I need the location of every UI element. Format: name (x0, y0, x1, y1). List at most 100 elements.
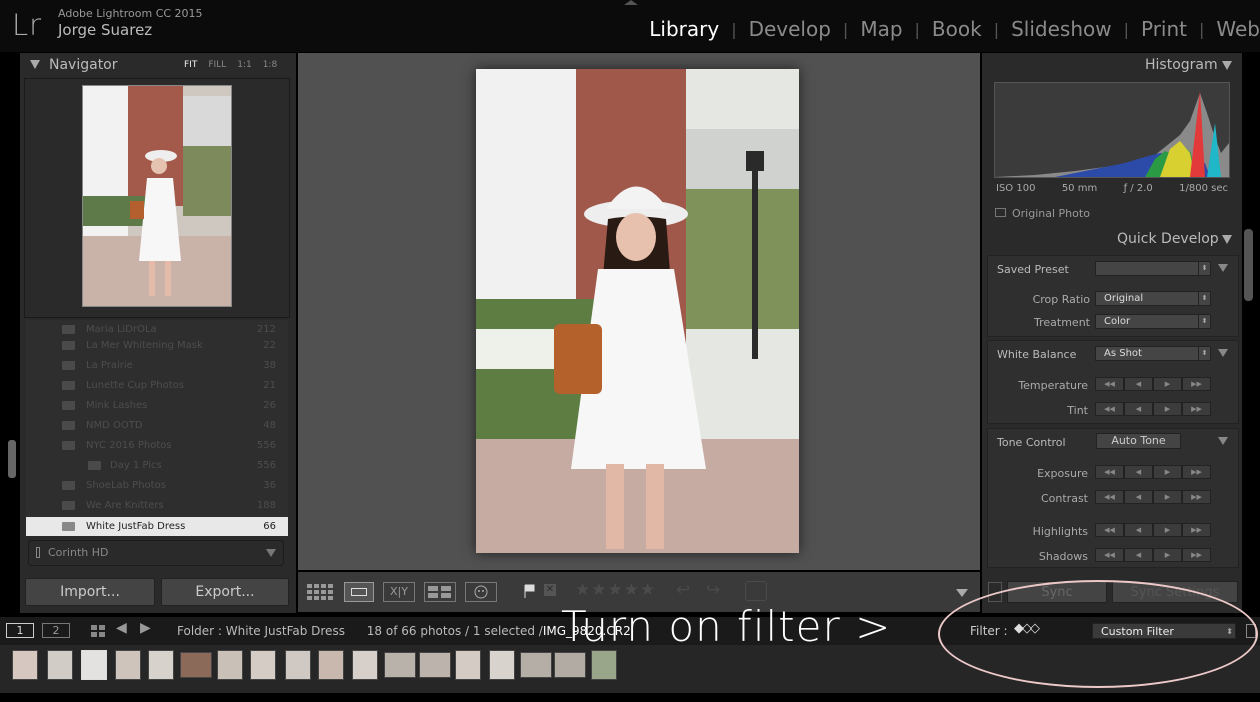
forward-arrow-icon[interactable]: ▶ (140, 620, 151, 636)
folder-row-selected[interactable]: White JustFab Dress 66 (26, 517, 288, 536)
auto-tone-button[interactable]: Auto Tone (1096, 433, 1181, 449)
increase-large-icon[interactable]: ▶▶ (1182, 377, 1211, 391)
decrease-small-icon[interactable]: ◀ (1124, 490, 1153, 504)
tint-stepper[interactable]: ◀◀ ◀ ▶ ▶▶ (1095, 402, 1211, 416)
folder-row[interactable]: Day 1 Pics 556 (26, 456, 288, 476)
filmstrip-thumbnail[interactable] (455, 650, 481, 680)
flag-icon[interactable] (522, 583, 536, 603)
filmstrip-thumbnail-selected[interactable] (81, 650, 107, 680)
module-print[interactable]: Print (1129, 17, 1199, 43)
folder-row[interactable]: Lunette Cup Photos 21 (26, 376, 288, 396)
increase-large-icon[interactable]: ▶▶ (1182, 465, 1211, 479)
decrease-small-icon[interactable]: ◀ (1124, 523, 1153, 537)
loupe-view-icon[interactable] (344, 582, 374, 602)
export-button[interactable]: Export... (161, 578, 289, 606)
section-collapse-icon[interactable] (1218, 264, 1228, 272)
filmstrip-thumbnail[interactable] (419, 652, 451, 678)
back-arrow-icon[interactable]: ◀ (116, 620, 127, 636)
increase-large-icon[interactable]: ▶▶ (1182, 548, 1211, 562)
reject-flag-icon[interactable]: ✕ (544, 584, 556, 596)
white-balance-select[interactable]: As Shot ⬍ (1095, 346, 1211, 361)
contrast-stepper[interactable]: ◀◀ ◀ ▶ ▶▶ (1095, 490, 1211, 504)
compare-view-icon[interactable]: X|Y (383, 582, 415, 602)
increase-small-icon[interactable]: ▶ (1153, 490, 1182, 504)
decrease-large-icon[interactable]: ◀◀ (1095, 490, 1124, 504)
folder-row[interactable]: We Are Knitters 188 (26, 496, 288, 516)
filmstrip-thumbnail[interactable] (217, 650, 243, 680)
folder-row[interactable]: La Prairie 38 (26, 356, 288, 376)
main-photo[interactable] (476, 69, 799, 553)
left-panel-scrollbar[interactable] (8, 440, 16, 478)
navigator-thumbnail[interactable] (82, 85, 232, 307)
decrease-large-icon[interactable]: ◀◀ (1095, 465, 1124, 479)
people-view-icon[interactable] (465, 582, 497, 602)
dropdown-arrow-icon[interactable] (266, 549, 276, 557)
filmstrip-thumbnail[interactable] (489, 650, 515, 680)
decrease-small-icon[interactable]: ◀ (1124, 465, 1153, 479)
navigator-collapse-icon[interactable] (30, 60, 40, 69)
increase-large-icon[interactable]: ▶▶ (1182, 523, 1211, 537)
module-slideshow[interactable]: Slideshow (999, 17, 1124, 43)
crop-ratio-select[interactable]: Original ⬍ (1095, 291, 1211, 306)
decrease-small-icon[interactable]: ◀ (1124, 402, 1153, 416)
grid-view-icon[interactable] (306, 582, 334, 602)
survey-view-icon[interactable] (424, 582, 456, 602)
folder-row[interactable]: NYC 2016 Photos 556 (26, 436, 288, 456)
zoom-fill[interactable]: FILL (208, 60, 226, 70)
increase-small-icon[interactable]: ▶ (1153, 465, 1182, 479)
folder-row[interactable]: ShoeLab Photos 36 (26, 476, 288, 496)
module-map[interactable]: Map (848, 17, 914, 43)
module-web[interactable]: Web (1204, 17, 1260, 43)
decrease-large-icon[interactable]: ◀◀ (1095, 523, 1124, 537)
increase-small-icon[interactable]: ▶ (1153, 402, 1182, 416)
right-panel-scrollbar[interactable] (1244, 229, 1253, 301)
increase-small-icon[interactable]: ▶ (1153, 548, 1182, 562)
filmstrip-thumbnail[interactable] (115, 650, 141, 680)
grid-icon[interactable] (90, 623, 106, 642)
increase-small-icon[interactable]: ▶ (1153, 523, 1182, 537)
folder-row[interactable]: NMD OOTD 48 (26, 416, 288, 436)
quick-develop-collapse-icon[interactable] (1222, 235, 1232, 244)
section-collapse-icon[interactable] (1218, 349, 1228, 357)
zoom-1-8[interactable]: 1:8 (263, 60, 277, 70)
histogram-collapse-icon[interactable] (1222, 61, 1232, 70)
filmstrip-thumbnail[interactable] (180, 652, 212, 678)
filmstrip-thumbnail[interactable] (554, 652, 586, 678)
increase-large-icon[interactable]: ▶▶ (1182, 402, 1211, 416)
rotate-left-icon[interactable]: ↩ (676, 580, 690, 600)
temperature-stepper[interactable]: ◀◀ ◀ ▶ ▶▶ (1095, 377, 1211, 391)
filmstrip-thumbnail[interactable] (285, 650, 311, 680)
section-collapse-icon[interactable] (1218, 437, 1228, 445)
original-photo-checkbox[interactable] (995, 208, 1006, 217)
collapse-top-panel-icon[interactable] (624, 0, 638, 5)
import-button[interactable]: Import... (25, 578, 155, 606)
filmstrip-thumbnail[interactable] (318, 650, 344, 680)
decrease-large-icon[interactable]: ◀◀ (1095, 548, 1124, 562)
filmstrip-thumbnail[interactable] (591, 650, 617, 680)
impromptu-slideshow-icon[interactable] (745, 581, 767, 601)
filmstrip-thumbnail[interactable] (12, 650, 38, 680)
increase-small-icon[interactable]: ▶ (1153, 377, 1182, 391)
increase-large-icon[interactable]: ▶▶ (1182, 490, 1211, 504)
exposure-stepper[interactable]: ◀◀ ◀ ▶ ▶▶ (1095, 465, 1211, 479)
decrease-large-icon[interactable]: ◀◀ (1095, 377, 1124, 391)
decrease-small-icon[interactable]: ◀ (1124, 548, 1153, 562)
module-library[interactable]: Library (637, 17, 731, 43)
folder-row[interactable]: Mink Lashes 26 (26, 396, 288, 416)
secondary-window-button[interactable]: 2 (42, 623, 70, 638)
zoom-1-1[interactable]: 1:1 (237, 60, 251, 70)
decrease-small-icon[interactable]: ◀ (1124, 377, 1153, 391)
filmstrip-thumbnail[interactable] (352, 650, 378, 680)
zoom-fit[interactable]: FIT (184, 60, 197, 70)
rotate-right-icon[interactable]: ↪ (706, 580, 720, 600)
highlights-stepper[interactable]: ◀◀ ◀ ▶ ▶▶ (1095, 523, 1211, 537)
module-develop[interactable]: Develop (737, 17, 843, 43)
toolbar-content-dropdown-icon[interactable] (956, 589, 968, 597)
folder-row[interactable]: La Mer Whitening Mask 22 (26, 336, 288, 356)
treatment-select[interactable]: Color ⬍ (1095, 314, 1211, 329)
module-book[interactable]: Book (920, 17, 994, 43)
primary-window-button[interactable]: 1 (6, 623, 34, 638)
star-rating[interactable]: ★★★★★ (575, 580, 656, 600)
filmstrip-thumbnail[interactable] (47, 650, 73, 680)
decrease-large-icon[interactable]: ◀◀ (1095, 402, 1124, 416)
